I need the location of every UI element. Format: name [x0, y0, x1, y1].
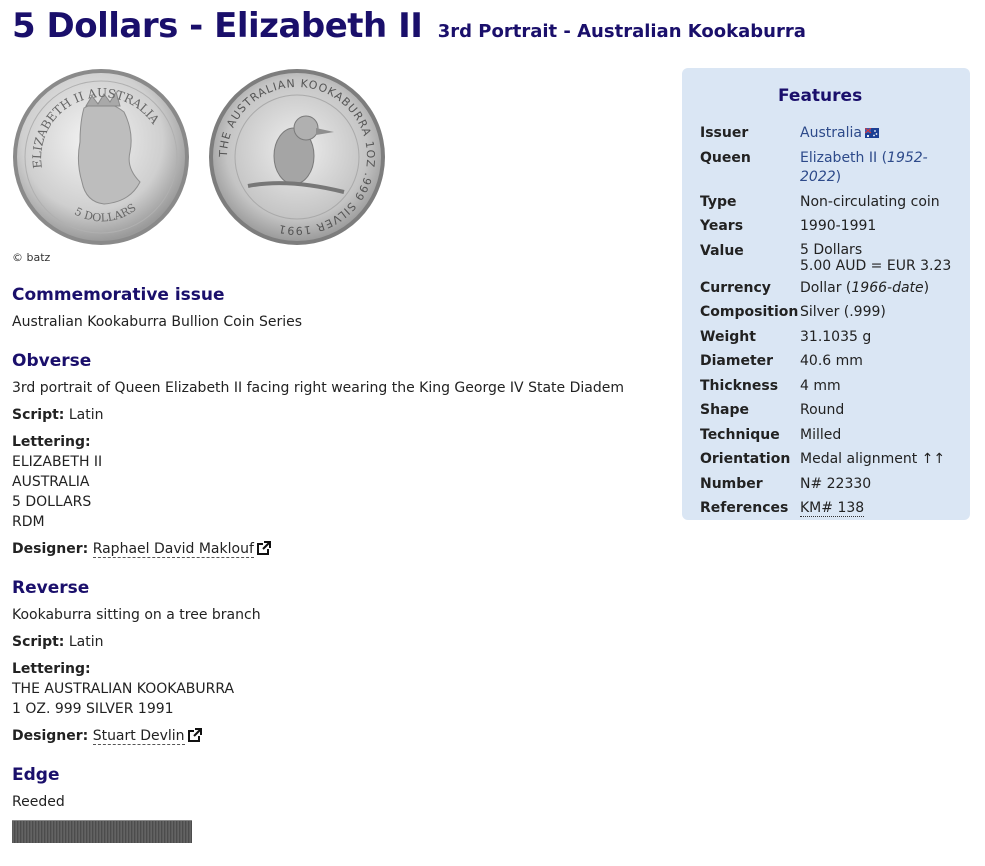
feature-label: Issuer [700, 125, 749, 141]
feature-row-composition: Composition Silver (.999) [700, 303, 956, 328]
obverse-coin-image[interactable]: ELIZABETH II AUSTRALIA 5 DOLLARS [12, 68, 190, 246]
features-heading: Features [778, 86, 863, 106]
feature-label: Queen [700, 149, 751, 166]
lettering-label: Lettering: [12, 661, 91, 677]
obverse-heading: Obverse [12, 351, 92, 371]
feature-row-currency: Currency Dollar (1966-date) [700, 279, 956, 304]
script-value: Latin [68, 634, 104, 650]
feature-row-value: Value 5 Dollars 5.00 AUD = EUR 3.23 [700, 242, 956, 279]
feature-row-thickness: Thickness 4 mm [700, 377, 956, 402]
feature-row-queen: Queen Elizabeth II (1952-2022) [700, 149, 956, 193]
obverse-script: Script: Latin [12, 405, 652, 425]
feature-label: Weight [700, 328, 756, 345]
lettering-line: RDM [12, 514, 45, 530]
queen-link[interactable]: Elizabeth II (1952-2022) [800, 150, 928, 186]
feature-label: Number [700, 475, 763, 492]
type-value: Non-circulating coin [800, 193, 940, 210]
page-subtitle: 3rd Portrait - Australian Kookaburra [437, 21, 806, 42]
feature-label: Type [700, 193, 737, 210]
commemorative-text: Australian Kookaburra Bullion Coin Serie… [12, 314, 303, 330]
script-value: Latin [68, 407, 104, 423]
obverse-designer-link[interactable]: Raphael David Maklouf [92, 541, 254, 558]
feature-label: Composition [700, 304, 799, 320]
feature-row-shape: Shape Round [700, 401, 956, 426]
issuer-link[interactable]: Australia [800, 125, 862, 141]
reverse-heading: Reverse [12, 578, 90, 598]
external-link-icon[interactable] [187, 728, 202, 742]
obverse-designer: Designer: Raphael David Maklouf [12, 539, 652, 559]
external-link-icon[interactable] [256, 541, 271, 555]
reverse-section: Reverse Kookaburra sitting on a tree bra… [12, 577, 652, 746]
lettering-line: 5 DOLLARS [12, 494, 92, 510]
feature-label: Thickness [700, 377, 779, 394]
shape-value: Round [800, 402, 845, 418]
feature-row-weight: Weight 31.1035 g [700, 328, 956, 353]
feature-label: Diameter [700, 353, 774, 369]
diameter-value: 40.6 mm [800, 353, 863, 369]
feature-label: Technique [700, 426, 780, 443]
features-table: Issuer Australia Queen Elizabeth II (1952-… [700, 124, 956, 524]
feature-label: Orientation [700, 451, 791, 467]
script-label: Script: [12, 407, 65, 423]
number-value: N# 22330 [800, 475, 872, 492]
weight-value: 31.1035 g [800, 328, 872, 345]
feature-label: Shape [700, 402, 750, 418]
commemorative-section: Commemorative issue Australian Kookaburr… [12, 284, 652, 332]
script-label: Script: [12, 634, 65, 650]
orientation-value: Medal alignment ↑↑ [800, 451, 946, 467]
title-main: 5 Dollars - Elizabeth II [12, 6, 423, 46]
lettering-line: AUSTRALIA [12, 474, 90, 490]
edge-image[interactable] [12, 820, 192, 843]
page-title: 5 Dollars - Elizabeth II 3rd Portrait - … [12, 6, 806, 46]
obverse-description: 3rd portrait of Queen Elizabeth II facin… [12, 380, 624, 396]
reverse-designer-link[interactable]: Stuart Devlin [92, 728, 185, 745]
lettering-line: 1 OZ. 999 SILVER 1991 [12, 701, 174, 717]
feature-label: Value [700, 242, 744, 259]
reverse-script: Script: Latin [12, 632, 652, 652]
thickness-value: 4 mm [800, 377, 841, 394]
designer-label: Designer: [12, 728, 89, 744]
feature-row-technique: Technique Milled [700, 426, 956, 451]
reverse-description: Kookaburra sitting on a tree branch [12, 607, 261, 623]
reverse-coin-image[interactable]: THE AUSTRALIAN KOOKABURRA 1OZ .999 SILVE… [208, 68, 386, 246]
currency-period: 1966-date [851, 279, 924, 296]
technique-value: Milled [800, 426, 842, 443]
reverse-lettering: Lettering: THE AUSTRALIAN KOOKABURRA 1 O… [12, 659, 652, 719]
lettering-line: ELIZABETH II [12, 454, 103, 470]
commemorative-heading: Commemorative issue [12, 285, 225, 305]
feature-label: Years [700, 218, 744, 234]
years-value: 1990-1991 [800, 218, 877, 234]
feature-row-issuer: Issuer Australia [700, 124, 956, 149]
obverse-lettering: Lettering: ELIZABETH II AUSTRALIA 5 DOLL… [12, 432, 652, 532]
value-conversion: 5.00 AUD = EUR 3.23 [800, 257, 952, 274]
paren-close: ) [835, 169, 842, 185]
feature-row-diameter: Diameter 40.6 mm [700, 352, 956, 377]
feature-row-number: Number N# 22330 [700, 475, 956, 500]
value-main: 5 Dollars [800, 241, 863, 258]
edge-heading: Edge [12, 765, 60, 785]
queen-name: Elizabeth II [800, 149, 878, 166]
composition-value: Silver (.999) [800, 304, 886, 320]
edge-text: Reeded [12, 794, 65, 810]
feature-row-years: Years 1990-1991 [700, 217, 956, 242]
features-panel: Features Issuer Australia Queen Elizabeth … [682, 68, 970, 520]
feature-label: Currency [700, 279, 771, 296]
paren-close: ) [923, 279, 930, 296]
feature-row-references: References KM# 138 [700, 499, 956, 524]
coin-details: Commemorative issue Australian Kookaburr… [12, 284, 652, 861]
feature-row-orientation: Orientation Medal alignment ↑↑ [700, 450, 956, 475]
feature-label: References [700, 500, 789, 516]
obverse-section: Obverse 3rd portrait of Queen Elizabeth … [12, 350, 652, 559]
edge-section: Edge Reeded [12, 764, 652, 843]
photo-credit: © batz [12, 251, 51, 264]
feature-row-type: Type Non-circulating coin [700, 193, 956, 218]
reverse-designer: Designer: Stuart Devlin [12, 726, 652, 746]
lettering-label: Lettering: [12, 434, 91, 450]
currency-value: Dollar [800, 279, 842, 296]
australia-flag-icon [864, 128, 879, 138]
lettering-line: THE AUSTRALIAN KOOKABURRA [12, 681, 235, 697]
references-value[interactable]: KM# 138 [800, 500, 865, 517]
designer-label: Designer: [12, 541, 89, 557]
